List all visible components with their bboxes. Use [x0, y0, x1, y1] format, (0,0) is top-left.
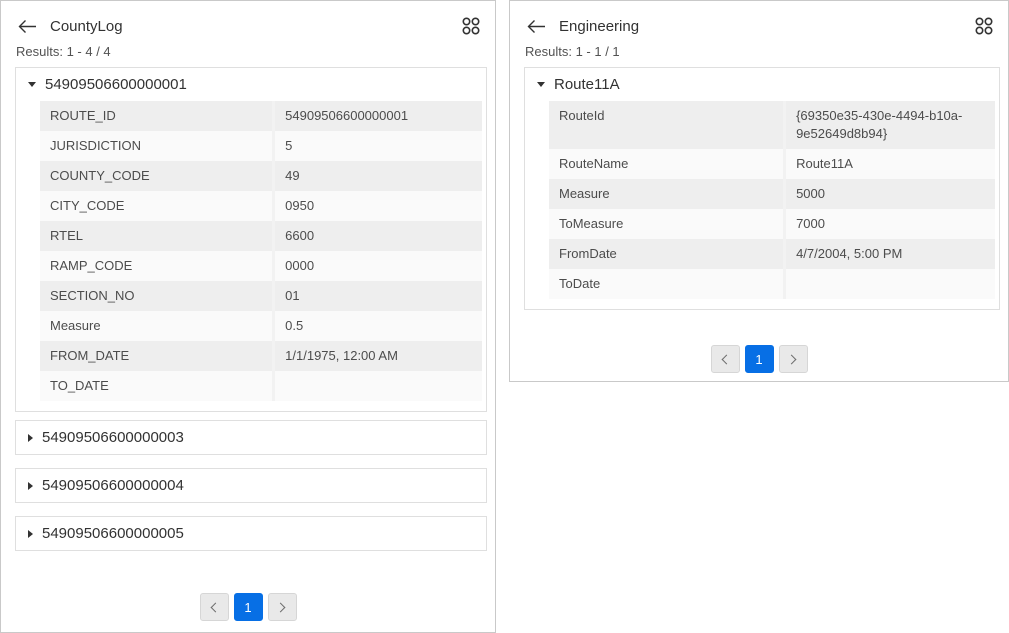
field-value: [274, 371, 482, 401]
field-label: FromDate: [549, 239, 785, 269]
attribute-table: RouteId {69350e35-430e-4494-b10a-9e52649…: [549, 101, 995, 299]
feature-info-page: CountyLog Results: 1 - 4 / 4 54909506600…: [0, 0, 1009, 633]
table-row: Measure 0.5: [40, 311, 482, 341]
field-label: CITY_CODE: [40, 191, 274, 221]
page-number-button[interactable]: 1: [234, 593, 263, 621]
table-row: FromDate 4/7/2004, 5:00 PM: [549, 239, 995, 269]
table-row: SECTION_NO 01: [40, 281, 482, 311]
feature-accordion-header[interactable]: Route11A: [525, 68, 999, 101]
field-label: ToDate: [549, 269, 785, 299]
page-title: Engineering: [559, 18, 639, 35]
field-label: FROM_DATE: [40, 341, 274, 371]
table-row: ToMeasure 7000: [549, 209, 995, 239]
table-row: RouteName Route11A: [549, 149, 995, 179]
field-value: 5: [274, 131, 482, 161]
page-number-button[interactable]: 1: [745, 345, 774, 373]
feature-title: 54909506600000003: [42, 429, 184, 446]
field-label: ROUTE_ID: [40, 101, 274, 131]
table-row: CITY_CODE 0950: [40, 191, 482, 221]
caret-down-icon: [28, 82, 36, 87]
field-value: 49: [274, 161, 482, 191]
feature-accordion-collapsed[interactable]: 54909506600000005: [15, 516, 487, 551]
feature-card-expanded: 54909506600000001 ROUTE_ID 5490950660000…: [15, 67, 487, 412]
attribute-table: ROUTE_ID 54909506600000001 JURISDICTION …: [40, 101, 482, 401]
previous-page-button[interactable]: [711, 345, 740, 373]
feature-title: 54909506600000004: [42, 477, 184, 494]
chevron-left-icon: [211, 602, 221, 612]
arrow-left-icon: [18, 19, 37, 34]
chevron-left-icon: [722, 354, 732, 364]
field-label: Measure: [549, 179, 785, 209]
table-row: JURISDICTION 5: [40, 131, 482, 161]
caret-right-icon: [28, 530, 33, 538]
field-label: JURISDICTION: [40, 131, 274, 161]
field-value: 0950: [274, 191, 482, 221]
next-page-button[interactable]: [779, 345, 808, 373]
feature-title: Route11A: [554, 76, 620, 93]
grid-of-circles-icon: [461, 16, 481, 36]
back-button[interactable]: [18, 19, 37, 34]
field-label: TO_DATE: [40, 371, 274, 401]
table-row: FROM_DATE 1/1/1975, 12:00 AM: [40, 341, 482, 371]
grid-of-circles-icon: [974, 16, 994, 36]
field-value: 54909506600000001: [274, 101, 482, 131]
table-row: RTEL 6600: [40, 221, 482, 251]
field-value: {69350e35-430e-4494-b10a-9e52649d8b94}: [785, 101, 995, 149]
table-row: COUNTY_CODE 49: [40, 161, 482, 191]
results-count: Results: 1 - 4 / 4: [16, 44, 479, 59]
field-value: [785, 269, 995, 299]
back-button[interactable]: [527, 19, 546, 34]
page-title: CountyLog: [50, 18, 123, 35]
table-row: RAMP_CODE 0000: [40, 251, 482, 281]
table-row: RouteId {69350e35-430e-4494-b10a-9e52649…: [549, 101, 995, 149]
arrow-left-icon: [527, 19, 546, 34]
feature-accordion-collapsed[interactable]: 54909506600000003: [15, 420, 487, 455]
field-label: SECTION_NO: [40, 281, 274, 311]
field-value: 0.5: [274, 311, 482, 341]
field-value: 1/1/1975, 12:00 AM: [274, 341, 482, 371]
next-page-button[interactable]: [268, 593, 297, 621]
apps-grid-button[interactable]: [974, 16, 994, 36]
field-label: RouteName: [549, 149, 785, 179]
pagination: 1: [1, 593, 495, 621]
field-label: Measure: [40, 311, 274, 341]
field-value: 4/7/2004, 5:00 PM: [785, 239, 995, 269]
pagination: 1: [510, 345, 1008, 373]
field-value: 5000: [785, 179, 995, 209]
table-row: TO_DATE: [40, 371, 482, 401]
field-value: 6600: [274, 221, 482, 251]
field-value: 0000: [274, 251, 482, 281]
field-value: 01: [274, 281, 482, 311]
field-label: RAMP_CODE: [40, 251, 274, 281]
table-row: ToDate: [549, 269, 995, 299]
previous-page-button[interactable]: [200, 593, 229, 621]
feature-card-expanded: Route11A RouteId {69350e35-430e-4494-b10…: [524, 67, 1000, 310]
results-count: Results: 1 - 1 / 1: [525, 44, 992, 59]
field-label: ToMeasure: [549, 209, 785, 239]
caret-right-icon: [28, 434, 33, 442]
field-label: RTEL: [40, 221, 274, 251]
feature-title: 54909506600000001: [45, 76, 187, 93]
caret-down-icon: [537, 82, 545, 87]
chevron-right-icon: [787, 354, 797, 364]
apps-grid-button[interactable]: [461, 16, 481, 36]
field-value: 7000: [785, 209, 995, 239]
feature-title: 54909506600000005: [42, 525, 184, 542]
feature-accordion-collapsed[interactable]: 54909506600000004: [15, 468, 487, 503]
field-label: COUNTY_CODE: [40, 161, 274, 191]
feature-info-panel-countylog: CountyLog Results: 1 - 4 / 4 54909506600…: [0, 0, 496, 633]
field-value: Route11A: [785, 149, 995, 179]
table-row: ROUTE_ID 54909506600000001: [40, 101, 482, 131]
feature-info-panel-engineering: Engineering Results: 1 - 1 / 1 Route11A: [509, 0, 1009, 382]
chevron-right-icon: [276, 602, 286, 612]
field-label: RouteId: [549, 101, 785, 149]
caret-right-icon: [28, 482, 33, 490]
panel-header: CountyLog: [1, 1, 495, 36]
table-row: Measure 5000: [549, 179, 995, 209]
panel-header: Engineering: [510, 1, 1008, 36]
feature-accordion-header[interactable]: 54909506600000001: [16, 68, 486, 101]
